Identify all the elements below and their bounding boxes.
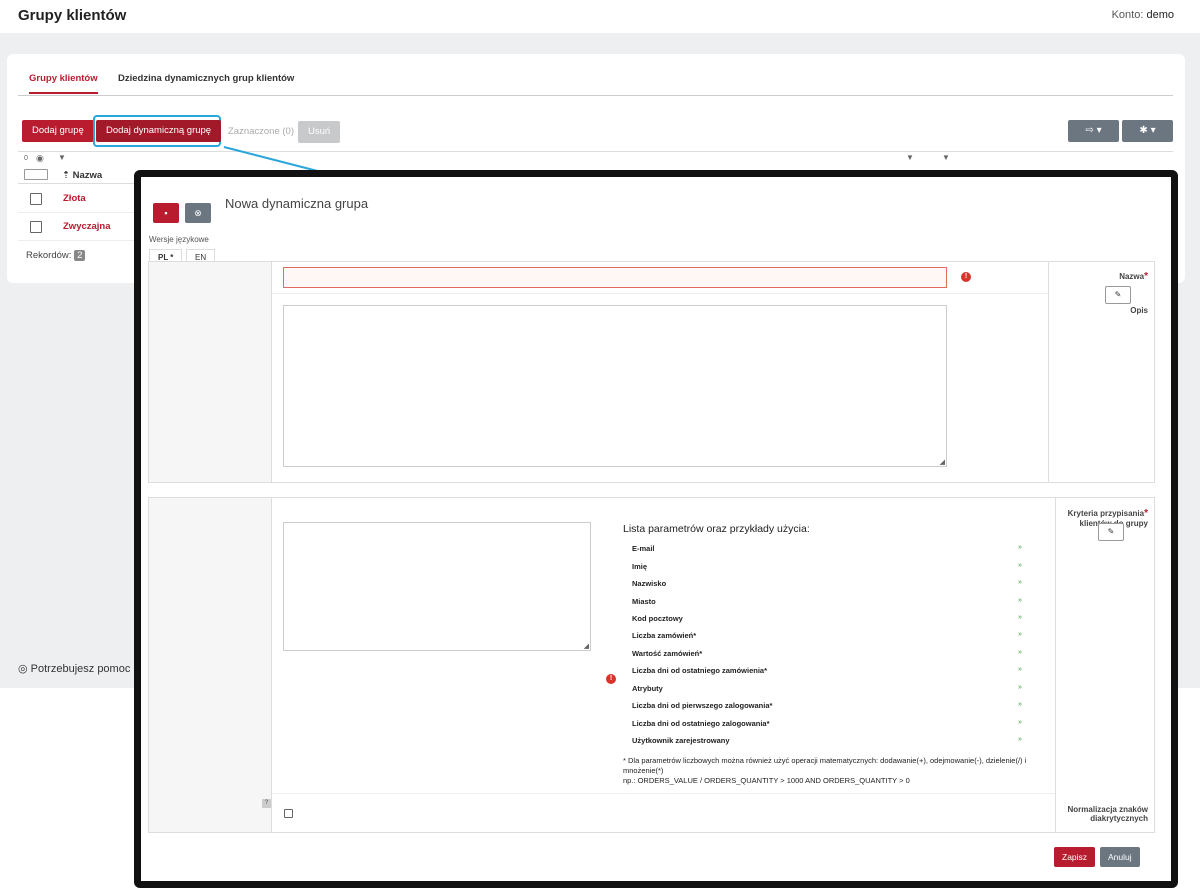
- expand-icon[interactable]: »: [1018, 562, 1022, 569]
- divider: [272, 793, 1055, 794]
- name-label: Nazwa*: [1119, 271, 1148, 282]
- floppy-icon: ▪: [164, 208, 168, 218]
- eraser-icon: ✎: [1114, 290, 1122, 299]
- divider: [1055, 498, 1056, 832]
- param-item[interactable]: Liczba dni od ostatniego zamówienia*: [632, 666, 767, 675]
- criteria-label-line1: Kryteria przypisania: [1067, 509, 1145, 518]
- param-item[interactable]: Użytkownik zarejestrowany: [632, 736, 730, 745]
- normalization-checkbox[interactable]: [284, 809, 293, 818]
- cancel-button[interactable]: Anuluj: [1100, 847, 1140, 867]
- param-item[interactable]: Nazwisko: [632, 579, 666, 588]
- label-column: [149, 262, 272, 482]
- help-mark[interactable]: ?: [262, 799, 271, 808]
- description-textarea[interactable]: ◢: [283, 305, 947, 467]
- name-description-section: Nazwa* Opis ! ◢ ✎: [148, 261, 1155, 483]
- params-title: Lista parametrów oraz przykłady użycia:: [623, 523, 810, 535]
- param-item[interactable]: Miasto: [632, 597, 656, 606]
- normalization-label-line1: Normalizacja znaków: [1067, 805, 1148, 814]
- clear-fields-button[interactable]: ✎: [1105, 286, 1131, 304]
- param-item[interactable]: Atrybuty: [632, 684, 663, 693]
- divider: [272, 293, 1048, 294]
- label-column: [149, 498, 272, 832]
- normalization-label-line2: diakrytycznych: [1090, 814, 1148, 823]
- clear-criteria-button[interactable]: ✎: [1098, 523, 1124, 541]
- param-item[interactable]: Imię: [632, 562, 647, 571]
- expand-icon[interactable]: »: [1018, 701, 1022, 708]
- expand-icon[interactable]: »: [1018, 684, 1022, 691]
- lang-versions-label: Wersje językowe: [149, 235, 209, 244]
- save-button[interactable]: Zapisz: [1054, 847, 1096, 867]
- params-note-line2: np.: ORDERS_VALUE / ORDERS_QUANTITY > 10…: [623, 776, 910, 785]
- param-item[interactable]: Liczba dni od ostatniego zalogowania*: [632, 719, 770, 728]
- param-item[interactable]: Liczba zamówień*: [632, 631, 696, 640]
- error-icon: !: [961, 272, 971, 282]
- expand-icon[interactable]: »: [1018, 719, 1022, 726]
- new-dynamic-group-modal: ▪ ⊗ Nowa dynamiczna grupa Wersje językow…: [134, 170, 1178, 888]
- expand-icon[interactable]: »: [1018, 579, 1022, 586]
- description-label: Opis: [1130, 306, 1148, 315]
- expand-icon[interactable]: »: [1018, 666, 1022, 673]
- resize-handle-icon[interactable]: ◢: [940, 458, 945, 466]
- divider: [1048, 262, 1049, 482]
- normalization-label: Normalizacja znaków diakrytycznych: [1068, 805, 1148, 823]
- params-note-line1: * Dla parametrów liczbowych można równie…: [623, 756, 1027, 775]
- eraser-icon: ✎: [1107, 527, 1115, 536]
- close-icon: ⊗: [194, 208, 202, 218]
- save-icon-button[interactable]: ▪: [153, 203, 179, 223]
- name-input[interactable]: [283, 267, 947, 288]
- expand-icon[interactable]: »: [1018, 649, 1022, 656]
- param-item[interactable]: E-mail: [632, 544, 655, 553]
- param-item[interactable]: Kod pocztowy: [632, 614, 683, 623]
- param-item[interactable]: Liczba dni od pierwszego zalogowania*: [632, 701, 772, 710]
- error-icon: !: [606, 674, 616, 684]
- resize-handle-icon[interactable]: ◢: [584, 642, 589, 650]
- close-icon-button[interactable]: ⊗: [185, 203, 211, 223]
- modal-title: Nowa dynamiczna grupa: [225, 196, 369, 211]
- criteria-textarea[interactable]: ◢: [283, 522, 591, 651]
- expand-icon[interactable]: »: [1018, 597, 1022, 604]
- expand-icon[interactable]: »: [1018, 736, 1022, 743]
- expand-icon[interactable]: »: [1018, 614, 1022, 621]
- params-note: * Dla parametrów liczbowych można równie…: [623, 756, 1043, 786]
- param-item[interactable]: Wartość zamówień*: [632, 649, 702, 658]
- name-label-text: Nazwa: [1119, 272, 1145, 281]
- expand-icon[interactable]: »: [1018, 631, 1022, 638]
- expand-icon[interactable]: »: [1018, 544, 1022, 551]
